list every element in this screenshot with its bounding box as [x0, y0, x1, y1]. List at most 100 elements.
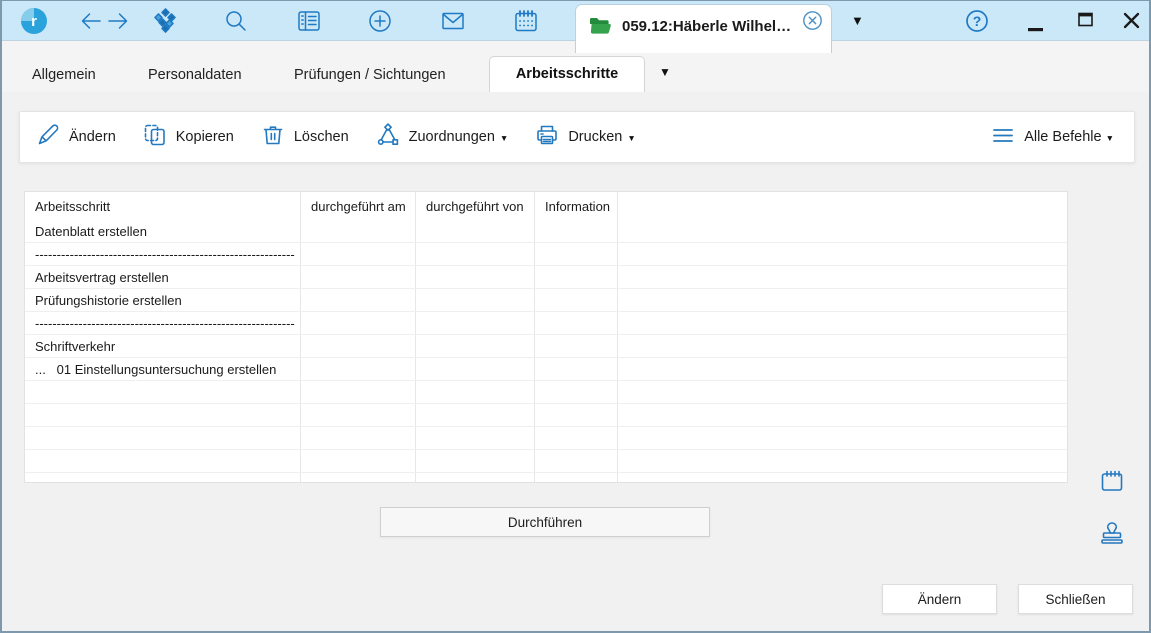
cell-rest[interactable]	[618, 220, 1067, 242]
aendern-button[interactable]: Ändern	[36, 123, 116, 152]
stamp-icon[interactable]	[1098, 520, 1126, 550]
table-row[interactable]: ... 01 Einstellungsuntersuchung erstelle…	[25, 358, 1067, 381]
cell-information[interactable]	[535, 404, 618, 426]
news-icon[interactable]	[296, 8, 322, 34]
table-row[interactable]: Prüfungshistorie erstellen	[25, 289, 1067, 312]
cell-durchgefuehrt-am[interactable]	[301, 450, 416, 472]
cell-durchgefuehrt-am[interactable]	[301, 427, 416, 449]
drucken-button[interactable]: Drucken ▼	[535, 123, 635, 152]
cell-rest[interactable]	[618, 427, 1067, 449]
table-row[interactable]: Arbeitsvertrag erstellen	[25, 266, 1067, 289]
apps-icon[interactable]	[152, 8, 178, 34]
table-row[interactable]	[25, 404, 1067, 427]
schliessen-button[interactable]: Schließen	[1018, 584, 1133, 614]
cell-durchgefuehrt-von[interactable]	[416, 473, 535, 483]
loeschen-button[interactable]: Löschen	[261, 123, 349, 152]
cell-information[interactable]	[535, 473, 618, 483]
cell-rest[interactable]	[618, 289, 1067, 311]
cell-durchgefuehrt-von[interactable]	[416, 289, 535, 311]
cell-information[interactable]	[535, 358, 618, 380]
cell-arbeitsschritt[interactable]	[25, 473, 301, 483]
cell-durchgefuehrt-von[interactable]	[416, 266, 535, 288]
cell-information[interactable]	[535, 381, 618, 403]
aendern-footer-button[interactable]: Ändern	[882, 584, 997, 614]
cell-rest[interactable]	[618, 243, 1067, 265]
table-row[interactable]	[25, 473, 1067, 483]
cell-durchgefuehrt-von[interactable]	[416, 381, 535, 403]
add-icon[interactable]	[367, 8, 393, 34]
cell-rest[interactable]	[618, 381, 1067, 403]
tab-close-icon[interactable]	[802, 10, 823, 31]
mail-icon[interactable]	[440, 8, 466, 34]
notepad-icon[interactable]	[1099, 468, 1125, 494]
cell-durchgefuehrt-am[interactable]	[301, 312, 416, 334]
search-icon[interactable]	[223, 8, 249, 34]
cell-arbeitsschritt[interactable]	[25, 404, 301, 426]
cell-arbeitsschritt[interactable]: Datenblatt erstellen	[25, 220, 301, 242]
tab-personaldaten[interactable]: Personaldaten	[148, 67, 242, 83]
column-header[interactable]: Information	[535, 192, 618, 220]
cell-durchgefuehrt-von[interactable]	[416, 358, 535, 380]
cell-durchgefuehrt-am[interactable]	[301, 404, 416, 426]
cell-arbeitsschritt[interactable]: ----------------------------------------…	[25, 243, 301, 265]
cell-durchgefuehrt-am[interactable]	[301, 266, 416, 288]
kopieren-button[interactable]: Kopieren	[143, 123, 234, 152]
table-row[interactable]	[25, 450, 1067, 473]
table-row[interactable]	[25, 427, 1067, 450]
cell-arbeitsschritt[interactable]: Prüfungshistorie erstellen	[25, 289, 301, 311]
back-icon[interactable]	[78, 8, 104, 34]
calendar-icon[interactable]	[513, 8, 539, 34]
cell-arbeitsschritt[interactable]	[25, 450, 301, 472]
document-tab[interactable]: 059.12:Häberle Wilhel…	[575, 4, 832, 53]
cell-durchgefuehrt-von[interactable]	[416, 243, 535, 265]
cell-arbeitsschritt[interactable]: ... 01 Einstellungsuntersuchung erstelle…	[25, 358, 301, 380]
cell-arbeitsschritt[interactable]: ----------------------------------------…	[25, 312, 301, 334]
table-row[interactable]: ----------------------------------------…	[25, 243, 1067, 266]
minimize-icon[interactable]	[1028, 19, 1043, 23]
column-header[interactable]: durchgeführt am	[301, 192, 416, 220]
table-row[interactable]: Datenblatt erstellen	[25, 220, 1067, 243]
cell-durchgefuehrt-am[interactable]	[301, 220, 416, 242]
cell-durchgefuehrt-von[interactable]	[416, 427, 535, 449]
maximize-icon[interactable]	[1078, 12, 1093, 27]
durchfuehren-button[interactable]: Durchführen	[380, 507, 710, 537]
cell-durchgefuehrt-am[interactable]	[301, 289, 416, 311]
table-row[interactable]: ----------------------------------------…	[25, 312, 1067, 335]
cell-durchgefuehrt-am[interactable]	[301, 473, 416, 483]
cell-information[interactable]	[535, 266, 618, 288]
cell-rest[interactable]	[618, 266, 1067, 288]
cell-arbeitsschritt[interactable]	[25, 381, 301, 403]
cell-durchgefuehrt-von[interactable]	[416, 450, 535, 472]
cell-information[interactable]	[535, 289, 618, 311]
zuordnungen-button[interactable]: Zuordnungen ▼	[376, 123, 509, 152]
cell-durchgefuehrt-am[interactable]	[301, 335, 416, 357]
cell-durchgefuehrt-am[interactable]	[301, 381, 416, 403]
cell-durchgefuehrt-am[interactable]	[301, 243, 416, 265]
tab-allgemein[interactable]: Allgemein	[32, 67, 96, 83]
column-header[interactable]: durchgeführt von	[416, 192, 535, 220]
cell-information[interactable]	[535, 243, 618, 265]
cell-rest[interactable]	[618, 404, 1067, 426]
cell-durchgefuehrt-von[interactable]	[416, 220, 535, 242]
cell-rest[interactable]	[618, 335, 1067, 357]
forward-icon[interactable]	[105, 8, 131, 34]
cell-arbeitsschritt[interactable]	[25, 427, 301, 449]
cell-arbeitsschritt[interactable]: Arbeitsvertrag erstellen	[25, 266, 301, 288]
tab-arbeitsschritte[interactable]: Arbeitsschritte	[489, 56, 645, 92]
cell-information[interactable]	[535, 335, 618, 357]
help-icon[interactable]: ?	[965, 9, 989, 33]
cell-durchgefuehrt-von[interactable]	[416, 312, 535, 334]
cell-information[interactable]	[535, 220, 618, 242]
cell-rest[interactable]	[618, 473, 1067, 483]
alle-befehle-button[interactable]: Alle Befehle ▼	[991, 123, 1114, 152]
column-header[interactable]: Arbeitsschritt	[25, 192, 301, 220]
cell-durchgefuehrt-von[interactable]	[416, 335, 535, 357]
cell-durchgefuehrt-am[interactable]	[301, 358, 416, 380]
close-icon[interactable]	[1123, 12, 1140, 29]
cell-information[interactable]	[535, 312, 618, 334]
tabs-overflow-icon[interactable]: ▼	[659, 65, 671, 79]
cell-information[interactable]	[535, 427, 618, 449]
titlebar-dropdown-icon[interactable]: ▼	[851, 13, 864, 28]
cell-rest[interactable]	[618, 450, 1067, 472]
cell-information[interactable]	[535, 450, 618, 472]
